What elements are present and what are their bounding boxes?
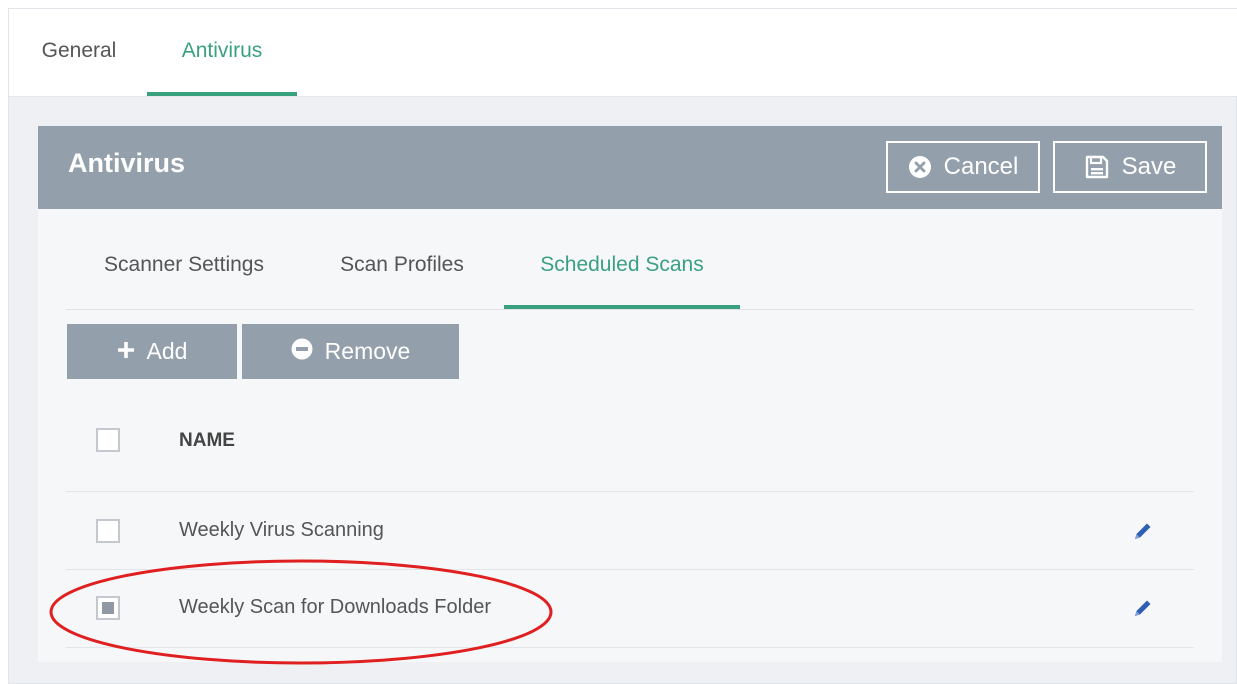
table-header-row: NAME xyxy=(66,398,1194,492)
table-row[interactable]: Weekly Virus Scanning xyxy=(66,492,1194,570)
cancel-button[interactable]: Cancel xyxy=(886,141,1040,193)
scan-name: Weekly Virus Scanning xyxy=(179,519,384,541)
save-button[interactable]: Save xyxy=(1053,141,1207,193)
add-label: Add xyxy=(146,338,188,364)
row-checkbox[interactable] xyxy=(96,596,120,620)
antivirus-panel: Antivirus Cancel Save Scanner Settings S… xyxy=(38,126,1222,662)
remove-label: Remove xyxy=(324,338,411,364)
table-row[interactable]: Weekly Scan for Downloads Folder xyxy=(66,570,1194,648)
row-checkbox[interactable] xyxy=(96,519,120,543)
pencil-icon[interactable] xyxy=(1132,597,1154,619)
panel-title: Antivirus xyxy=(68,148,186,178)
tab-antivirus[interactable]: Antivirus xyxy=(147,9,297,96)
sub-tab-bar: Scanner Settings Scan Profiles Scheduled… xyxy=(66,209,1194,310)
cancel-label: Cancel xyxy=(943,153,1019,180)
plus-icon xyxy=(117,338,135,365)
column-header-name: NAME xyxy=(179,430,235,451)
circle-x-icon xyxy=(908,155,932,179)
circle-minus-icon xyxy=(291,338,313,366)
panel-header: Antivirus Cancel Save xyxy=(38,126,1222,209)
save-label: Save xyxy=(1121,153,1177,180)
floppy-disk-icon xyxy=(1084,154,1110,180)
scan-name: Weekly Scan for Downloads Folder xyxy=(179,596,491,618)
tab-general[interactable]: General xyxy=(39,9,119,95)
add-button[interactable]: Add xyxy=(67,324,237,379)
tab-scan-profiles[interactable]: Scan Profiles xyxy=(324,209,480,308)
select-all-checkbox[interactable] xyxy=(96,428,120,452)
top-tab-bar: General Antivirus xyxy=(9,9,1237,97)
tab-scanner-settings[interactable]: Scanner Settings xyxy=(91,209,277,308)
remove-button[interactable]: Remove xyxy=(242,324,459,379)
tab-scheduled-scans[interactable]: Scheduled Scans xyxy=(504,209,740,309)
pencil-icon[interactable] xyxy=(1132,520,1154,542)
